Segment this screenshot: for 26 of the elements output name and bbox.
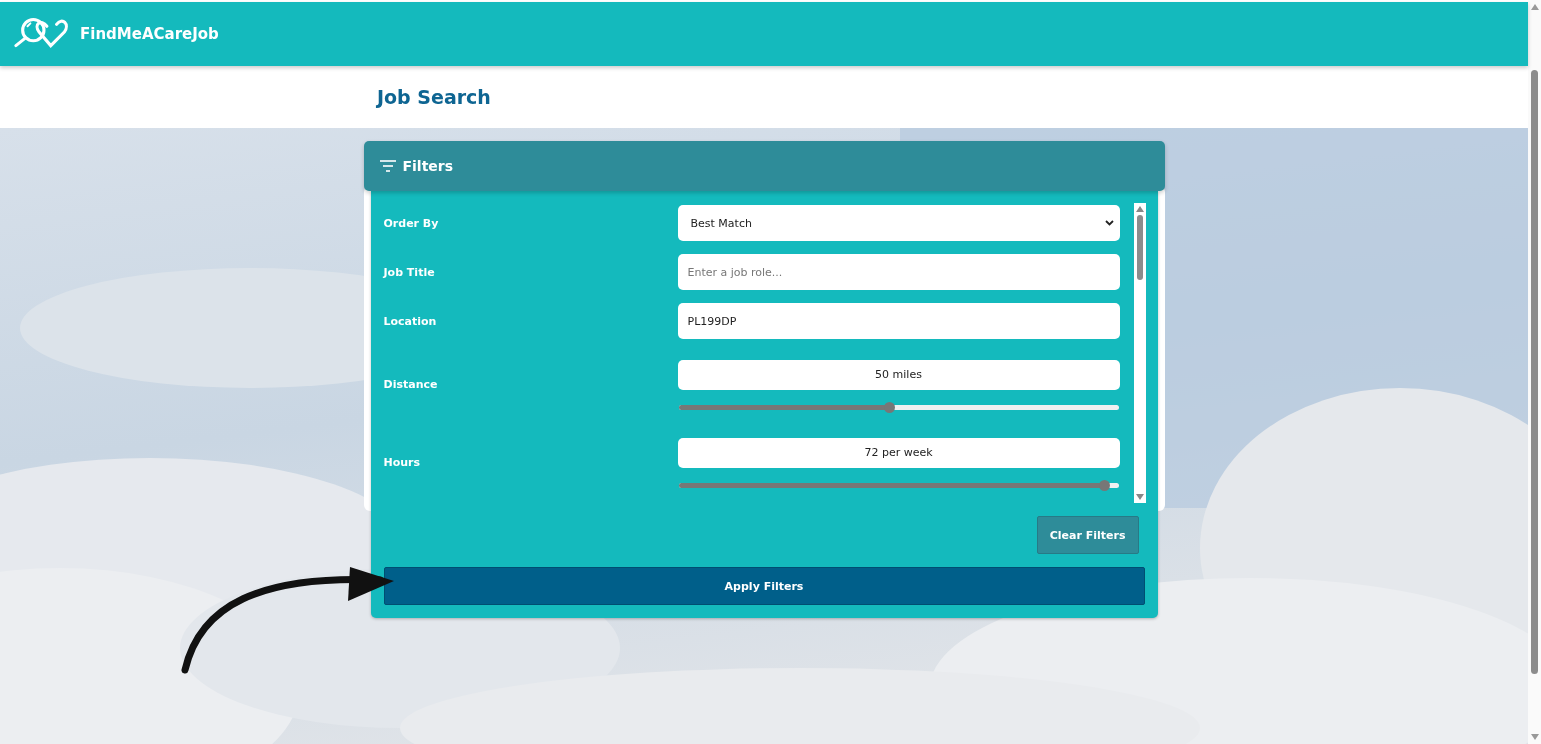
field-label: Distance <box>383 378 439 391</box>
order-dropdown[interactable]: Best Match <box>677 205 1120 241</box>
slider-thumb[interactable] <box>1099 479 1111 491</box>
page-title: Job Search <box>377 86 491 108</box>
scroll-down-icon[interactable] <box>1530 734 1539 740</box>
field-label: Location <box>383 314 438 328</box>
field-label: Order By <box>383 216 440 230</box>
field-label: Hours <box>383 456 422 469</box>
scrollbar[interactable] <box>1133 203 1146 503</box>
chevron-icon <box>1104 220 1114 226</box>
filter-icon <box>379 160 396 172</box>
apply-filters-button[interactable]: Apply Filters <box>383 567 1145 605</box>
field-label: Job Title <box>383 265 436 279</box>
slider-thumb[interactable] <box>883 401 895 413</box>
input-field[interactable]: Enter a job role... <box>677 254 1120 290</box>
slider-track[interactable] <box>678 404 1119 410</box>
filters-title: Filters <box>402 158 454 174</box>
slider-value: 50 miles <box>677 359 1120 390</box>
input-field[interactable]: PL199DP <box>677 303 1120 339</box>
clear-filters-button[interactable]: Clear Filters <box>1036 516 1139 554</box>
page-scrollbar[interactable] <box>1528 0 1541 744</box>
filters-header[interactable]: Filters <box>363 141 1165 191</box>
scroll-up-icon[interactable] <box>1530 4 1539 10</box>
scroll-up-icon[interactable] <box>1135 206 1144 212</box>
slider-value: 72 per week <box>677 437 1120 468</box>
scroll-down-icon[interactable] <box>1135 494 1144 500</box>
